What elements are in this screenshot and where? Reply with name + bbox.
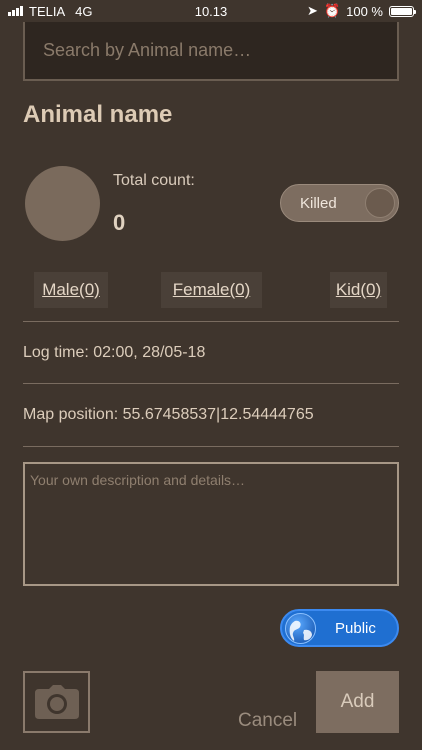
add-button[interactable]: Add bbox=[316, 671, 399, 733]
carrier-label: TELIA bbox=[29, 3, 66, 19]
divider bbox=[23, 383, 399, 384]
male-count-button[interactable]: Male(0) bbox=[34, 272, 108, 308]
globe-icon bbox=[285, 613, 316, 644]
battery-percent: 100 % bbox=[346, 3, 383, 19]
status-right: ➤ ⏰ 100 % bbox=[307, 3, 416, 19]
divider bbox=[23, 321, 399, 322]
log-time: Log time: 02:00, 28/05-18 bbox=[23, 344, 206, 361]
location-arrow-icon: ➤ bbox=[307, 3, 318, 18]
status-left: TELIA 4G bbox=[8, 4, 92, 19]
network-label: 4G bbox=[75, 3, 93, 19]
cancel-button[interactable]: Cancel bbox=[238, 710, 297, 732]
total-count-label: Total count: bbox=[113, 172, 195, 189]
divider bbox=[23, 446, 399, 447]
search-input[interactable]: Search by Animal name… bbox=[23, 22, 399, 81]
total-count-value: 0 bbox=[113, 210, 126, 235]
animal-avatar[interactable] bbox=[25, 166, 100, 241]
animal-name-title: Animal name bbox=[23, 101, 173, 128]
killed-toggle-label: Killed bbox=[300, 194, 337, 212]
description-textarea[interactable]: Your own description and details… bbox=[23, 462, 399, 586]
map-position: Map position: 55.67458537|12.54444765 bbox=[23, 406, 314, 423]
female-count-button[interactable]: Female(0) bbox=[161, 272, 262, 308]
status-bar: TELIA 4G 10.13 ➤ ⏰ 100 % bbox=[0, 0, 422, 22]
battery-icon bbox=[389, 5, 416, 17]
signal-icon bbox=[8, 6, 23, 16]
toggle-knob bbox=[365, 188, 395, 218]
camera-button[interactable] bbox=[23, 671, 90, 733]
public-toggle-label: Public bbox=[335, 619, 376, 637]
camera-icon bbox=[34, 685, 79, 719]
alarm-icon: ⏰ bbox=[323, 3, 341, 18]
public-toggle[interactable]: Public bbox=[280, 609, 399, 647]
kid-count-button[interactable]: Kid(0) bbox=[330, 272, 387, 308]
killed-toggle[interactable]: Killed bbox=[280, 184, 399, 222]
